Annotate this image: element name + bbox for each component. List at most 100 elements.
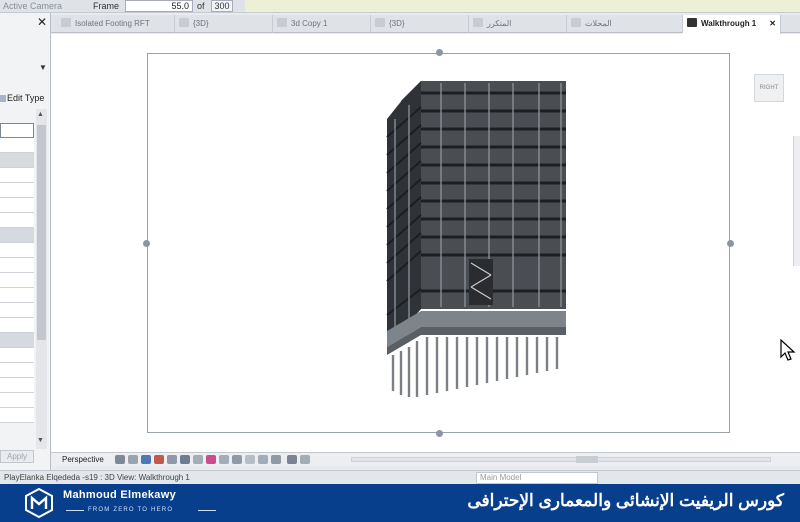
- property-row[interactable]: [0, 303, 34, 318]
- shadows-icon[interactable]: [167, 455, 177, 464]
- reveal-hidden-icon[interactable]: [245, 455, 255, 464]
- scroll-thumb[interactable]: [576, 456, 598, 463]
- lock-view-icon[interactable]: [219, 455, 229, 464]
- brand-tagline: FROM ZERO TO HERO: [88, 507, 174, 513]
- status-bar: PlayElanka Elqededa -s19 : 3D View: Walk…: [0, 470, 800, 484]
- brand-logo-icon: [25, 488, 53, 518]
- highlight-displacement-icon[interactable]: [271, 455, 281, 464]
- property-row[interactable]: [0, 258, 34, 273]
- brand-name: Mahmoud Elmekawy: [63, 489, 176, 501]
- property-row[interactable]: [0, 363, 34, 378]
- tab-isolated-footing-rft[interactable]: Isolated Footing RFT: [57, 15, 175, 33]
- tab-typical[interactable]: المتكرر: [469, 15, 567, 33]
- render-icon[interactable]: [180, 455, 190, 464]
- property-row[interactable]: [0, 348, 34, 363]
- crop-handle-right[interactable]: [727, 240, 734, 247]
- type-selector-dropdown-icon[interactable]: ▼: [39, 63, 47, 72]
- edit-type-icon: [0, 95, 6, 102]
- property-row[interactable]: [0, 153, 34, 168]
- property-row[interactable]: [0, 183, 34, 198]
- crop-view-icon[interactable]: [193, 455, 203, 464]
- property-row[interactable]: [0, 378, 34, 393]
- mouse-cursor-icon: [780, 339, 796, 361]
- plan-view-icon: [473, 18, 483, 27]
- tab-label: المحلات: [585, 19, 612, 28]
- 3d-view-icon: [179, 18, 189, 27]
- sun-path-icon[interactable]: [154, 455, 164, 464]
- property-row[interactable]: [0, 123, 34, 138]
- tab-label: {3D}: [193, 19, 209, 28]
- model-selector[interactable]: Main Model: [476, 472, 598, 484]
- tab-3d-second[interactable]: {3D}: [371, 15, 469, 33]
- tab-label: 3d Copy 1: [291, 19, 328, 28]
- crop-handle-bottom[interactable]: [436, 430, 443, 437]
- close-icon[interactable]: ✕: [37, 16, 47, 28]
- walkthrough-viewport[interactable]: RIGHT: [51, 34, 800, 452]
- status-text: PlayElanka Elqededa -s19 : 3D View: Walk…: [4, 473, 190, 482]
- horizontal-scrollbar[interactable]: [351, 457, 771, 462]
- close-tab-icon[interactable]: ✕: [769, 15, 776, 32]
- analytical-model-icon[interactable]: [258, 455, 268, 464]
- property-group-header[interactable]: [0, 333, 34, 348]
- property-row[interactable]: [0, 288, 34, 303]
- property-row[interactable]: [0, 168, 34, 183]
- walkthrough-icon: [687, 18, 697, 27]
- frame-input[interactable]: 55.0: [125, 0, 193, 12]
- property-group-header[interactable]: [0, 228, 34, 243]
- crop-handle-left[interactable]: [143, 240, 150, 247]
- properties-scroll-thumb[interactable]: [37, 125, 46, 340]
- course-title: كورس الريفيت الإنشائى والمعمارى الإحتراف…: [467, 491, 784, 510]
- visual-style-icon[interactable]: [141, 455, 151, 464]
- 3d-view-icon: [277, 18, 287, 27]
- show-crop-icon[interactable]: [206, 455, 216, 464]
- tab-3d[interactable]: {3D}: [175, 15, 273, 33]
- tab-walkthrough-1[interactable]: Walkthrough 1 ✕: [683, 15, 781, 34]
- property-row[interactable]: [0, 213, 34, 228]
- properties-palette: ✕ ▼ Edit Type ▲ ▼ Apply: [0, 13, 51, 470]
- property-row[interactable]: [0, 273, 34, 288]
- property-rows: [0, 123, 34, 423]
- property-row[interactable]: [0, 318, 34, 333]
- revit-window: Active Camera Frame 55.0 of 300 ✕ ▼ Edit…: [0, 0, 800, 522]
- of-label: of: [197, 1, 205, 11]
- tagline-rule: [66, 510, 84, 511]
- property-row[interactable]: [0, 198, 34, 213]
- crop-handle-top[interactable]: [436, 49, 443, 56]
- tab-label: {3D}: [389, 19, 405, 28]
- 3d-view-icon: [375, 18, 385, 27]
- scale-icon[interactable]: [115, 455, 125, 464]
- viewcube[interactable]: RIGHT: [754, 74, 784, 102]
- reveal-constraints-icon[interactable]: [300, 455, 310, 464]
- frame-label: Frame: [93, 1, 120, 11]
- tab-label: Walkthrough 1: [701, 19, 757, 28]
- tab-label: المتكرر: [487, 19, 512, 28]
- brand-banner: Mahmoud Elmekawy FROM ZERO TO HERO كورس …: [0, 484, 800, 522]
- active-camera-label: Active Camera: [3, 1, 63, 11]
- detail-level-icon[interactable]: [128, 455, 138, 464]
- edit-type-button[interactable]: Edit Type: [0, 93, 44, 103]
- tab-label: Isolated Footing RFT: [75, 19, 150, 28]
- temporary-properties-icon[interactable]: [287, 455, 297, 464]
- property-row[interactable]: [0, 138, 34, 153]
- edit-type-label: Edit Type: [7, 93, 45, 103]
- scroll-up-icon[interactable]: ▲: [37, 111, 44, 118]
- navigation-bar[interactable]: [793, 136, 800, 266]
- property-row[interactable]: [0, 408, 34, 423]
- scroll-down-icon[interactable]: ▼: [37, 437, 44, 444]
- view-icon: [61, 18, 71, 27]
- options-bar-filler: [245, 0, 800, 12]
- total-frames-field: 300: [211, 0, 233, 12]
- tab-shops[interactable]: المحلات: [567, 15, 683, 33]
- tab-3d-copy-1[interactable]: 3d Copy 1: [273, 15, 371, 33]
- property-row[interactable]: [0, 243, 34, 258]
- apply-button[interactable]: Apply: [0, 450, 34, 463]
- tagline-rule: [198, 510, 216, 511]
- view-tabs: Isolated Footing RFT {3D} 3d Copy 1 {3D}…: [51, 15, 800, 34]
- view-control-bar: Perspective: [51, 452, 800, 466]
- perspective-label: Perspective: [62, 455, 104, 464]
- plan-view-icon: [571, 18, 581, 27]
- property-row[interactable]: [0, 393, 34, 408]
- building-3d-model: [386, 81, 566, 397]
- options-bar: Active Camera Frame 55.0 of 300: [0, 0, 800, 13]
- temporary-hide-icon[interactable]: [232, 455, 242, 464]
